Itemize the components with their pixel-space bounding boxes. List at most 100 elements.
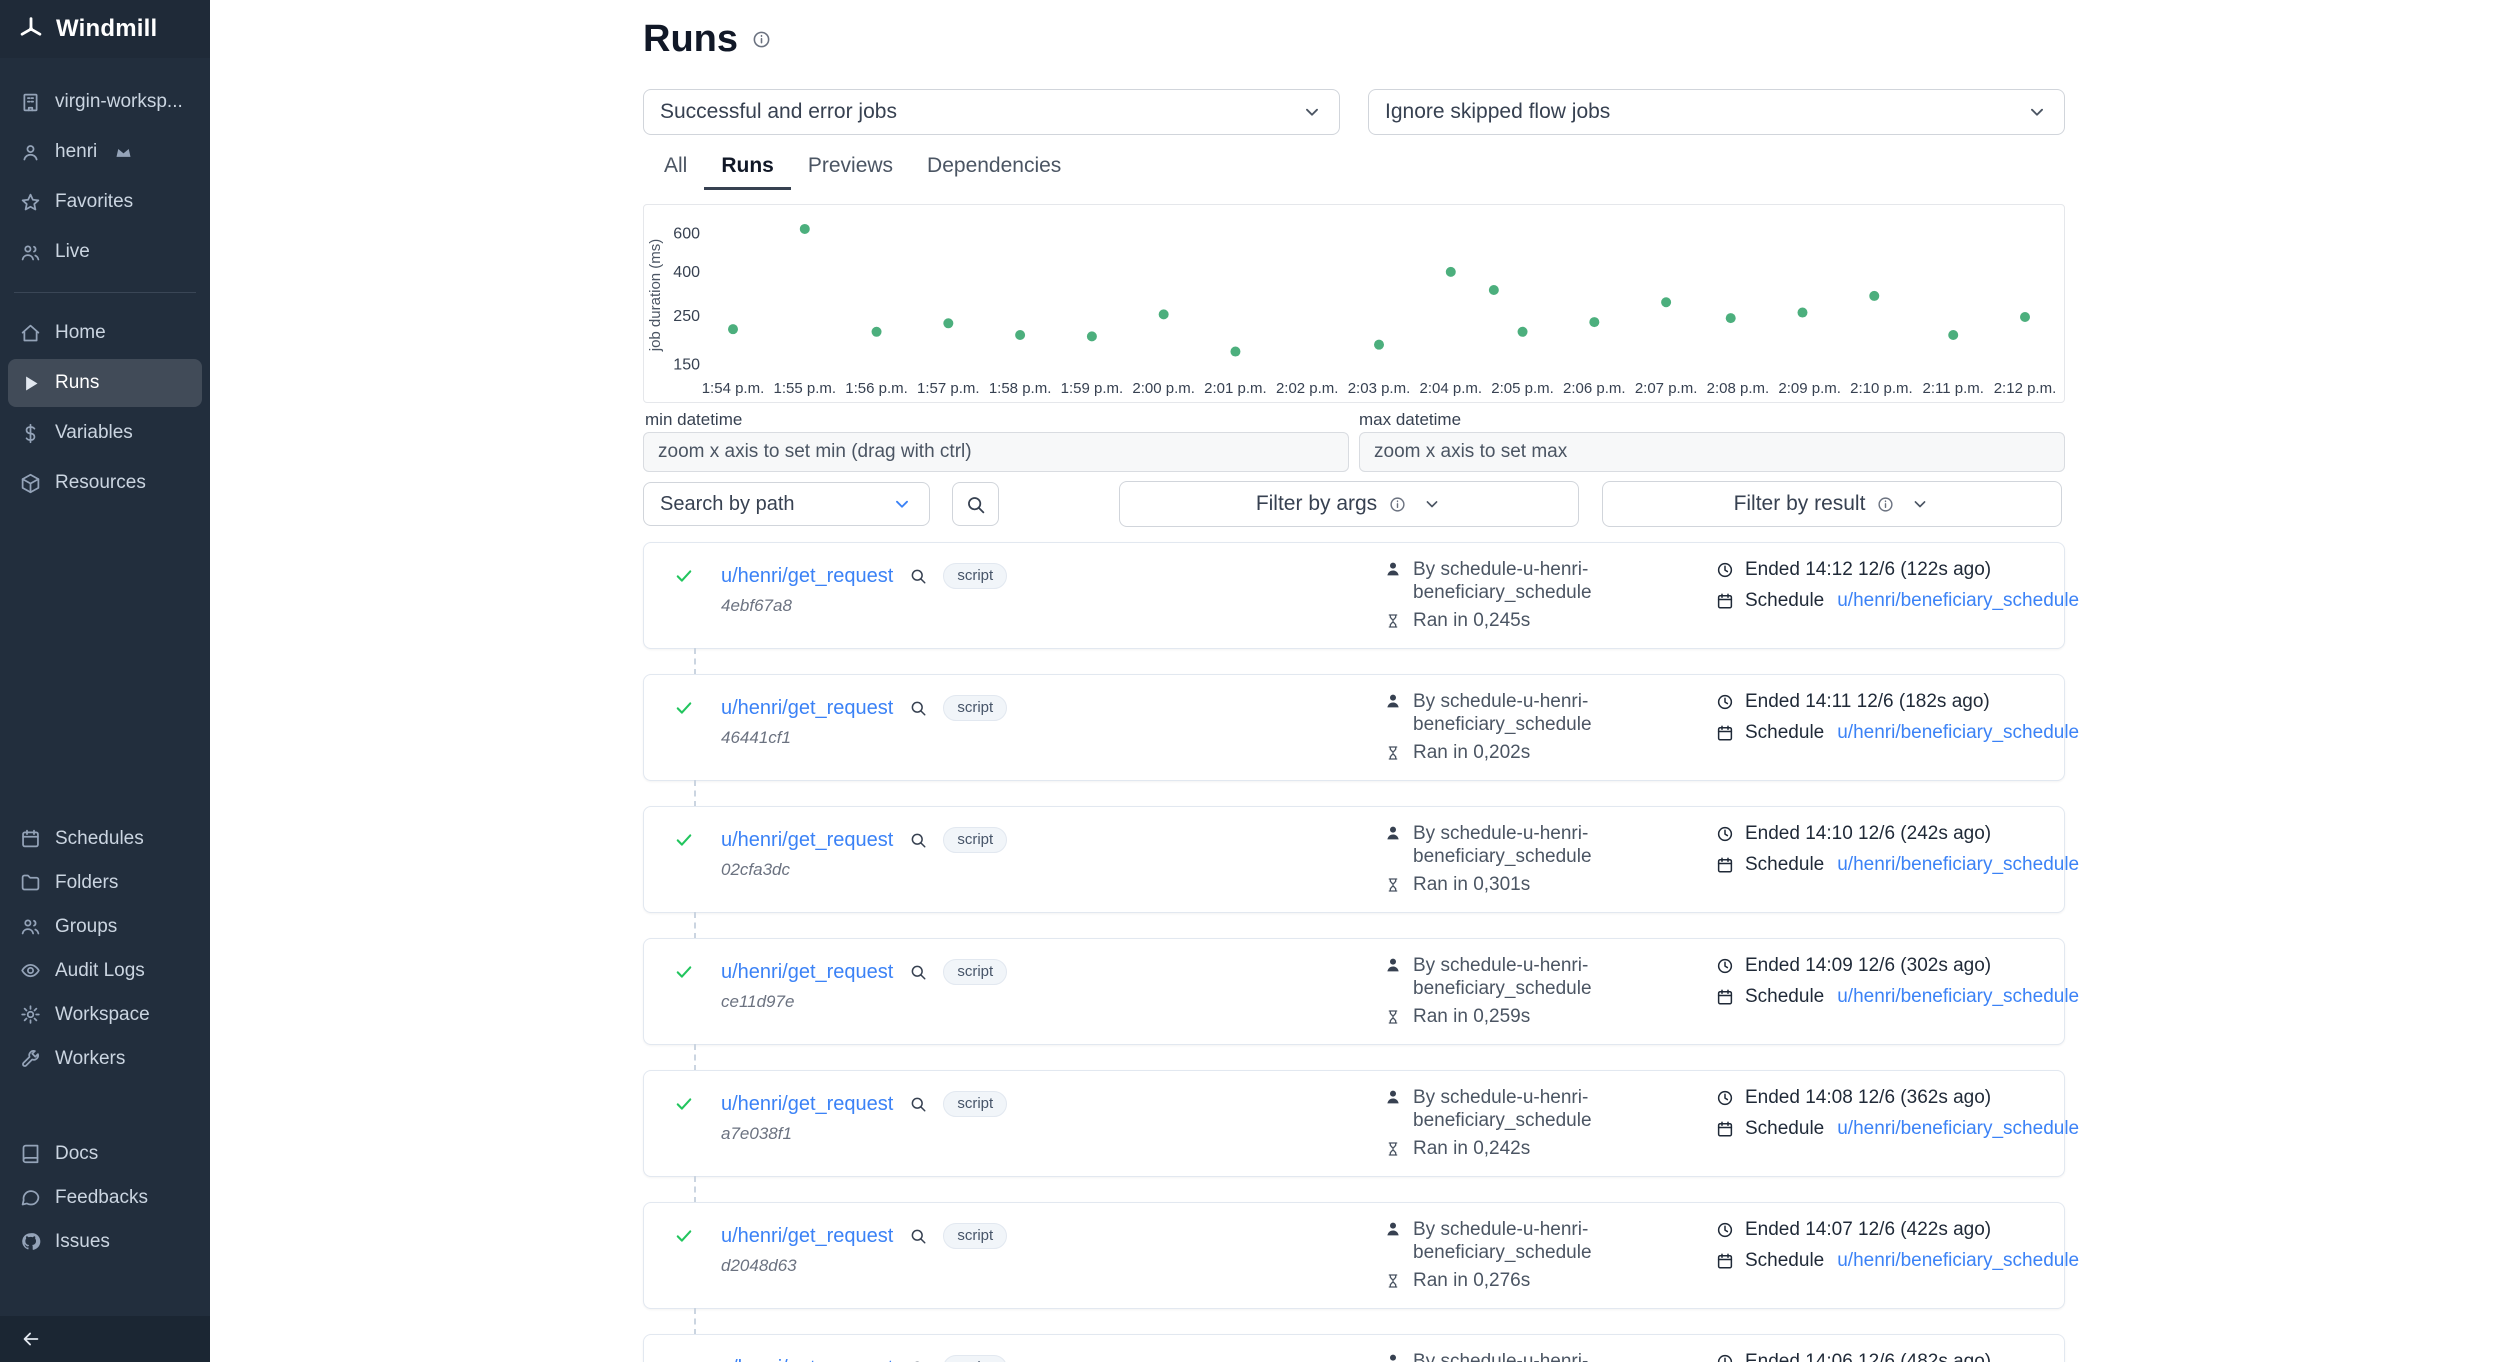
duration-icon (1385, 613, 1401, 629)
run-path-link[interactable]: u/henri/get_request (721, 829, 893, 852)
sidebar-item-favorites[interactable]: Favorites (8, 178, 202, 226)
page-header: Runs (643, 18, 771, 61)
search-by-path-value: Search by path (660, 493, 795, 516)
skipped-flows-select[interactable]: Ignore skipped flow jobs (1368, 89, 2065, 135)
inspect-run-icon[interactable] (909, 831, 927, 849)
sidebar-item-workspace-selector[interactable]: virgin-worksp... (8, 78, 202, 126)
windmill-app: Windmill virgin-worksp...henriFavorites L… (0, 0, 2500, 1362)
sidebar-item-docs[interactable]: Docs (8, 1132, 202, 1175)
inspect-run-icon[interactable] (909, 963, 927, 981)
run-path-link[interactable]: u/henri/get_request (721, 1093, 893, 1116)
run-card[interactable]: u/henri/get_request script 4ebf67a8 By s… (643, 542, 2065, 649)
duration-chart[interactable]: job duration (ms)6004002501501:54 p.m.1:… (643, 204, 2065, 403)
inspect-run-icon[interactable] (909, 1095, 927, 1113)
run-card[interactable]: u/henri/get_request script ce11d97e By s… (643, 938, 2065, 1045)
ended-time-icon (1716, 957, 1734, 975)
sidebar-item-variables[interactable]: Variables (8, 409, 202, 457)
run-path-link[interactable]: u/henri/get_request (721, 697, 893, 720)
collapse-sidebar-button[interactable] (20, 1328, 42, 1350)
sidebar-item-workers[interactable]: Workers (8, 1037, 202, 1080)
schedule-link[interactable]: u/henri/beneficiary_schedule (1837, 1118, 2079, 1140)
filter-by-args-button[interactable]: Filter by args (1119, 481, 1579, 527)
info-icon (1389, 496, 1406, 513)
ended-time-icon (1716, 1089, 1734, 1107)
sidebar-item-label: Live (55, 241, 90, 263)
sidebar-item-groups[interactable]: Groups (8, 905, 202, 948)
triggered-by-icon (1384, 1088, 1402, 1106)
eye-icon (20, 960, 41, 981)
duration-icon (1385, 1009, 1401, 1025)
inspect-run-icon[interactable] (909, 1227, 927, 1245)
sidebar-item-label: Schedules (55, 828, 144, 850)
job-kind-badge: script (943, 1091, 1007, 1117)
run-card-left: u/henri/get_request script a7e038f1 (674, 1091, 1007, 1144)
triggered-by-text: By schedule-u-henri-beneficiary_schedule (1413, 954, 1618, 1001)
schedule-link[interactable]: u/henri/beneficiary_schedule (1837, 986, 2079, 1008)
sidebar-item-live[interactable]: Live (8, 228, 202, 276)
info-icon[interactable] (752, 30, 771, 49)
schedule-link[interactable]: u/henri/beneficiary_schedule (1837, 1250, 2079, 1272)
run-path-link[interactable]: u/henri/get_request (721, 961, 893, 984)
inspect-run-icon[interactable] (909, 567, 927, 585)
search-by-path-select[interactable]: Search by path (643, 482, 930, 526)
svg-text:2:12 p.m.: 2:12 p.m. (1994, 380, 2057, 397)
sidebar-item-feedbacks[interactable]: Feedbacks (8, 1176, 202, 1219)
schedule-icon (1716, 1120, 1734, 1138)
schedule-label: Schedule (1745, 986, 1824, 1008)
run-card[interactable]: u/henri/get_request script By schedule-u… (643, 1334, 2065, 1362)
run-card[interactable]: u/henri/get_request script a7e038f1 By s… (643, 1070, 2065, 1177)
sidebar-item-runs[interactable]: Runs (8, 359, 202, 407)
schedule-icon (1716, 856, 1734, 874)
min-datetime-label: min datetime (645, 410, 742, 430)
run-kind-tabs: AllRunsPreviewsDependencies (647, 146, 1078, 190)
run-card[interactable]: u/henri/get_request script 46441cf1 By s… (643, 674, 2065, 781)
svg-text:1:55 p.m.: 1:55 p.m. (774, 380, 837, 397)
sidebar-item-schedules[interactable]: Schedules (8, 817, 202, 860)
tab-all[interactable]: All (647, 146, 704, 190)
run-card[interactable]: u/henri/get_request script 02cfa3dc By s… (643, 806, 2065, 913)
ended-time-icon (1716, 693, 1734, 711)
page-title: Runs (643, 18, 738, 61)
schedule-link[interactable]: u/henri/beneficiary_schedule (1837, 854, 2079, 876)
svg-text:2:07 p.m.: 2:07 p.m. (1635, 380, 1698, 397)
min-datetime-input[interactable] (643, 432, 1349, 472)
users-icon (20, 242, 41, 263)
run-path-link[interactable]: u/henri/get_request (721, 1225, 893, 1248)
schedule-link[interactable]: u/henri/beneficiary_schedule (1837, 590, 2079, 612)
schedule-link[interactable]: u/henri/beneficiary_schedule (1837, 722, 2079, 744)
dollar-icon (20, 423, 41, 444)
max-datetime-input[interactable] (1359, 432, 2065, 472)
run-card-left: u/henri/get_request script ce11d97e (674, 959, 1007, 1012)
filter-by-result-button[interactable]: Filter by result (1602, 481, 2062, 527)
run-duration-text: Ran in 0,301s (1413, 874, 1530, 896)
sidebar-item-issues[interactable]: Issues (8, 1220, 202, 1263)
inspect-run-icon[interactable] (909, 699, 927, 717)
sidebar-item-user-menu[interactable]: henri (8, 128, 202, 176)
sidebar-item-audit-logs[interactable]: Audit Logs (8, 949, 202, 992)
run-path-link[interactable]: u/henri/get_request (721, 565, 893, 588)
search-button[interactable] (952, 482, 999, 526)
job-kind-badge: script (943, 827, 1007, 853)
tab-previews[interactable]: Previews (791, 146, 910, 190)
tab-runs[interactable]: Runs (704, 146, 791, 190)
sidebar-item-label: Feedbacks (55, 1187, 148, 1209)
sidebar-item-folders[interactable]: Folders (8, 861, 202, 904)
sidebar-item-label: Issues (55, 1231, 110, 1253)
run-path-link[interactable]: u/henri/get_request (721, 1357, 893, 1362)
chevron-down-icon (1422, 494, 1442, 514)
app-logo[interactable]: Windmill (0, 0, 210, 58)
ended-time-icon (1716, 1221, 1734, 1239)
chevron-down-icon (1910, 494, 1930, 514)
sidebar-item-workspace[interactable]: Workspace (8, 993, 202, 1036)
job-status-select[interactable]: Successful and error jobs (643, 89, 1340, 135)
sidebar-item-resources[interactable]: Resources (8, 459, 202, 507)
run-card-middle: By schedule-u-henri-beneficiary_schedule (1384, 1350, 1644, 1362)
run-card-left: u/henri/get_request script 46441cf1 (674, 695, 1007, 748)
max-datetime-label: max datetime (1359, 410, 1461, 430)
sidebar-item-home[interactable]: Home (8, 309, 202, 357)
ended-text: Ended 14:07 12/6 (422s ago) (1745, 1219, 1991, 1241)
run-card[interactable]: u/henri/get_request script d2048d63 By s… (643, 1202, 2065, 1309)
tab-dependencies[interactable]: Dependencies (910, 146, 1078, 190)
users-icon (20, 916, 41, 937)
run-connector (643, 781, 2065, 806)
